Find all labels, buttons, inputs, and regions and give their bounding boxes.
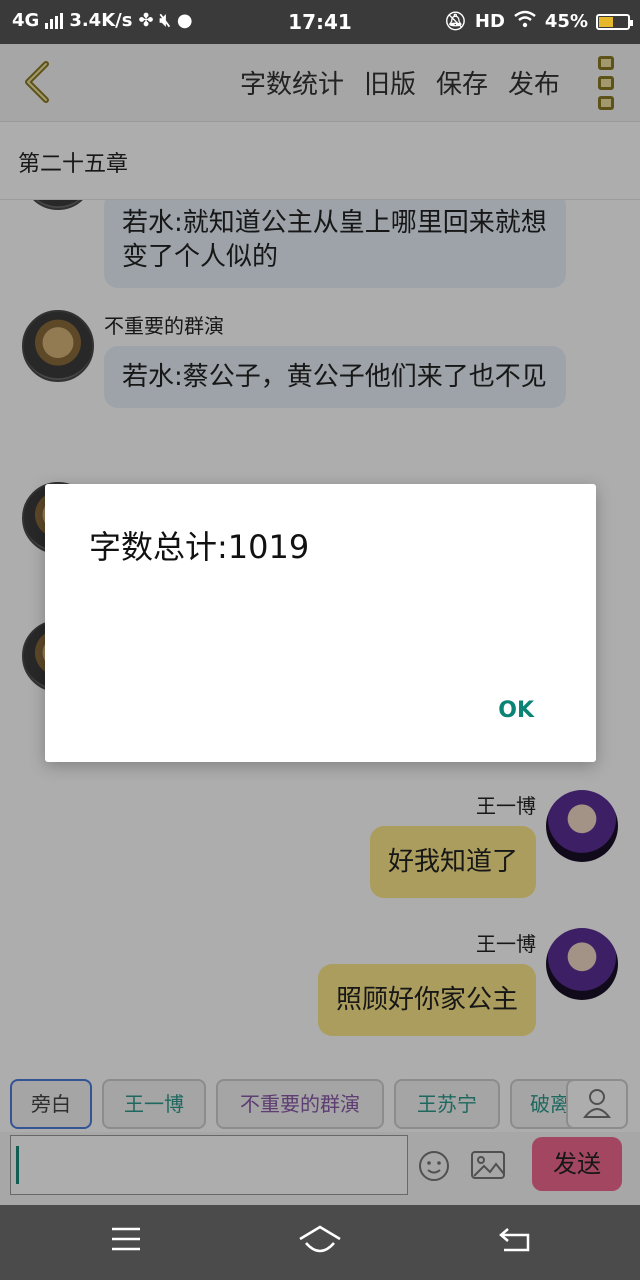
- bell-off-icon: 🔕︎: [444, 11, 467, 32]
- dialog-message: 字数总计:1019: [89, 528, 310, 566]
- system-nav-bar: [0, 1205, 640, 1280]
- ok-button[interactable]: OK: [498, 698, 534, 723]
- home-icon[interactable]: [298, 1225, 342, 1255]
- status-right: 🔕︎ HD 45%: [444, 10, 633, 33]
- battery-label: 45%: [544, 11, 588, 32]
- hd-label: HD: [474, 11, 505, 32]
- wifi-icon: [513, 10, 537, 33]
- menu-icon[interactable]: [110, 1225, 142, 1253]
- back-icon[interactable]: [498, 1225, 532, 1253]
- battery-icon: [596, 13, 633, 30]
- word-count-dialog: 字数总计:1019 OK: [45, 484, 596, 762]
- status-bar: 4G 3.4K/s ✤ 🔇︎ ● 17:41 🔕︎ HD 45%: [0, 0, 640, 44]
